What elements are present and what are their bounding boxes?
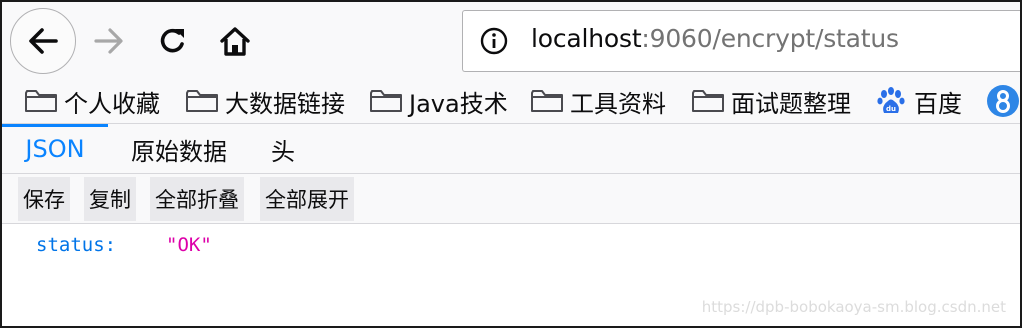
watermark: https://dpb-bobokaoya-sm.blog.csdn.net xyxy=(701,298,1006,316)
navigation-toolbar: localhost:9060/encrypt/status xyxy=(2,2,1020,78)
reload-button[interactable] xyxy=(150,18,196,64)
tab-headers[interactable]: 头 xyxy=(258,124,308,174)
tab-raw-data[interactable]: 原始数据 xyxy=(118,124,240,174)
folder-icon xyxy=(692,90,724,112)
expand-all-button[interactable]: 全部展开 xyxy=(260,177,354,221)
json-action-bar: 保存 复制 全部折叠 全部展开 xyxy=(2,174,1020,224)
url-text[interactable]: localhost:9060/encrypt/status xyxy=(531,24,899,53)
bookmark-label: 大数据链接 xyxy=(225,89,345,118)
circle-badge-icon[interactable] xyxy=(986,84,1020,118)
copy-button[interactable]: 复制 xyxy=(84,177,136,221)
home-button[interactable] xyxy=(212,18,258,64)
arrow-left-icon xyxy=(29,28,58,54)
folder-icon xyxy=(531,90,563,112)
bookmark-label: 工具资料 xyxy=(570,89,666,118)
baidu-paw-icon: du xyxy=(877,87,905,113)
json-value: "OK" xyxy=(166,234,212,256)
bookmark-folder-java[interactable]: Java技术 xyxy=(369,84,508,118)
folder-icon xyxy=(370,90,402,112)
bookmark-folder-favorites[interactable]: 个人收藏 xyxy=(24,84,160,118)
url-bar[interactable]: localhost:9060/encrypt/status xyxy=(462,10,1020,72)
bookmark-folder-interview[interactable]: 面试题整理 xyxy=(691,84,851,118)
bookmark-label: 百度 xyxy=(914,89,962,118)
info-icon[interactable] xyxy=(477,24,511,58)
back-button[interactable] xyxy=(10,8,76,74)
home-icon xyxy=(220,27,250,56)
forward-button[interactable] xyxy=(86,18,132,64)
collapse-all-button[interactable]: 全部折叠 xyxy=(150,177,244,221)
bookmark-label: 面试题整理 xyxy=(731,89,851,118)
tab-json[interactable]: JSON xyxy=(2,124,108,174)
bookmark-label: Java技术 xyxy=(409,89,508,118)
json-viewer-tabs: JSON 原始数据 头 xyxy=(2,124,1020,174)
reload-icon xyxy=(160,28,184,53)
browser-window: localhost:9060/encrypt/status 个人收藏 大数据链接… xyxy=(0,0,1022,328)
arrow-right-icon xyxy=(94,28,123,54)
json-key: status: xyxy=(36,234,117,256)
svg-text:du: du xyxy=(886,105,896,113)
bookmark-folder-bigdata[interactable]: 大数据链接 xyxy=(185,84,345,118)
url-host: localhost xyxy=(531,24,642,53)
bookmarks-toolbar: 个人收藏 大数据链接 Java技术 工具资料 面试题整理 du 百度 xyxy=(2,78,1020,124)
save-button[interactable]: 保存 xyxy=(18,177,70,221)
folder-icon xyxy=(25,90,57,112)
json-row-status[interactable]: status: "OK" xyxy=(36,234,212,256)
bookmark-baidu[interactable]: du 百度 xyxy=(876,84,962,118)
folder-icon xyxy=(186,90,218,112)
url-path: :9060/encrypt/status xyxy=(641,24,899,53)
bookmark-folder-tools[interactable]: 工具资料 xyxy=(530,84,666,118)
bookmark-label: 个人收藏 xyxy=(64,89,160,118)
